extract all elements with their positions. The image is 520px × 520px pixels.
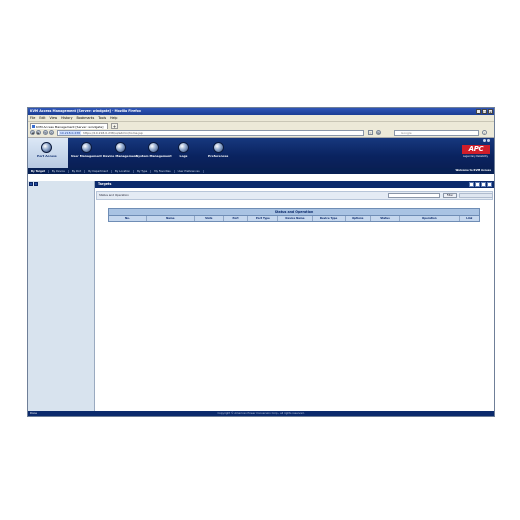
column-header-port-type[interactable]: Port Type (248, 216, 279, 221)
next-page-icon[interactable] (481, 182, 486, 187)
reload-icon[interactable]: ↻ (43, 130, 48, 135)
navigation-toolbar: ◀ ▶ ↻ ⌂ 10.218.0.238 https://10.218.0.238… (28, 129, 494, 138)
device-management-icon (114, 142, 126, 153)
search-icon[interactable]: ⌕ (482, 130, 487, 135)
main-panel: Targets Status and Operation Filter Stat… (95, 181, 494, 411)
table-header-row: No. Name Slots Port Port Type Device Nam… (108, 216, 480, 222)
column-header-name[interactable]: Name (147, 216, 195, 221)
column-header-status[interactable]: Status (371, 216, 401, 221)
targets-header: Targets (95, 181, 494, 188)
targets-title: Targets (98, 182, 112, 186)
app-header: Port Access User Management Device Manag… (28, 138, 494, 168)
column-header-no[interactable]: No. (109, 216, 147, 221)
module-label: Preferences (208, 154, 229, 158)
welcome-text: Welcome to KVM Access (455, 169, 491, 172)
maximize-button[interactable]: □ (482, 109, 487, 114)
module-device-management[interactable]: Device Management (103, 142, 137, 158)
address-url: https://10.218.0.238/ui/admin/home.jsp (83, 131, 143, 135)
subnav-by-location[interactable]: By Location (112, 169, 135, 173)
module-preferences[interactable]: Preferences (208, 142, 228, 158)
column-header-operation[interactable]: Operation (400, 216, 460, 221)
module-label: Device Management (103, 154, 138, 158)
subnav-by-device[interactable]: By Device (49, 169, 69, 173)
subnav-by-type[interactable]: By Type (134, 169, 152, 173)
column-header-device-type[interactable]: Device Type (313, 216, 346, 221)
module-label: Port Access (37, 154, 57, 158)
subnav-by-target[interactable]: By Target (28, 169, 49, 173)
close-button[interactable]: × (488, 109, 493, 114)
subnav-by-department[interactable]: By Department (85, 169, 113, 173)
filter-row: Status and Operation Filter (96, 191, 493, 200)
filter-input[interactable] (388, 193, 440, 198)
user-management-icon (80, 142, 92, 153)
module-system-management[interactable]: System Management (136, 142, 172, 158)
module-label: Logs (179, 154, 188, 158)
collapse-all-icon[interactable] (34, 182, 38, 186)
system-management-icon (148, 142, 160, 153)
back-icon[interactable]: ◀ (30, 130, 35, 135)
address-host: 10.218.0.238 (59, 131, 82, 135)
filter-options-field[interactable] (459, 193, 493, 198)
browser-status: Done (30, 412, 37, 415)
preferences-icon (212, 142, 224, 153)
forward-icon[interactable]: ▶ (36, 130, 41, 135)
first-page-icon[interactable] (469, 182, 474, 187)
bookmark-star-icon[interactable]: ☆ (368, 130, 373, 135)
logout-icon[interactable] (487, 139, 490, 142)
module-label: User Management (71, 154, 102, 158)
sidebar-toolbar (29, 182, 38, 186)
module-port-access[interactable]: Port Access (37, 142, 57, 158)
logs-icon (178, 142, 189, 153)
apc-logo: APC (462, 145, 490, 154)
window-controls: _ □ × (476, 109, 493, 114)
column-header-slots[interactable]: Slots (195, 216, 224, 221)
header-utility-icons (483, 139, 490, 142)
window-titlebar: KVM Access Management [Server: windgate]… (28, 108, 494, 115)
brand-tagline: Legendary Reliability (462, 155, 488, 158)
sub-navigation: By Target By Device By Port By Departmen… (28, 168, 494, 174)
module-user-management[interactable]: User Management (71, 142, 102, 158)
subnav-user-preferences[interactable]: User Preferences (175, 169, 204, 173)
minimize-button[interactable]: _ (476, 109, 481, 114)
favicon-icon (32, 125, 35, 128)
browser-window: KVM Access Management [Server: windgate]… (27, 107, 495, 417)
filter-button[interactable]: Filter (443, 193, 457, 198)
content-area: Targets Status and Operation Filter Stat… (28, 181, 494, 411)
port-access-icon (41, 142, 53, 153)
help-icon[interactable] (483, 139, 486, 142)
table-title: Status and Operation (108, 208, 480, 216)
expand-all-icon[interactable] (29, 182, 33, 186)
home-icon[interactable]: ⌂ (49, 130, 54, 135)
window-title: KVM Access Management [Server: windgate]… (30, 109, 141, 113)
tab-strip: KVM Access Management [Server: windgate]… (28, 121, 494, 129)
targets-table: Status and Operation No. Name Slots Port… (108, 208, 480, 222)
search-engine-icon[interactable]: G (376, 130, 381, 135)
address-bar[interactable]: 10.218.0.238 https://10.218.0.238/ui/admi… (57, 130, 364, 136)
targets-toolbar (469, 182, 492, 187)
column-header-options[interactable]: Options (346, 216, 371, 221)
column-header-device-name[interactable]: Device Name (278, 216, 313, 221)
refresh-icon[interactable] (487, 182, 492, 187)
subnav-by-port[interactable]: By Port (69, 169, 86, 173)
previous-page-icon[interactable] (475, 182, 480, 187)
sidebar-tree (28, 181, 95, 411)
column-header-port[interactable]: Port (224, 216, 249, 221)
search-input[interactable]: Google (394, 130, 479, 136)
subnav-my-favorites[interactable]: My Favorites (151, 169, 175, 173)
copyright-text: Copyright © American Power Conversion Co… (217, 412, 305, 415)
status-bar: Done Copyright © American Power Conversi… (28, 411, 494, 416)
filter-label: Status and Operation (99, 193, 129, 197)
module-logs[interactable]: Logs (178, 142, 189, 158)
module-label: System Management (136, 154, 172, 158)
column-header-link[interactable]: Link (460, 216, 479, 221)
